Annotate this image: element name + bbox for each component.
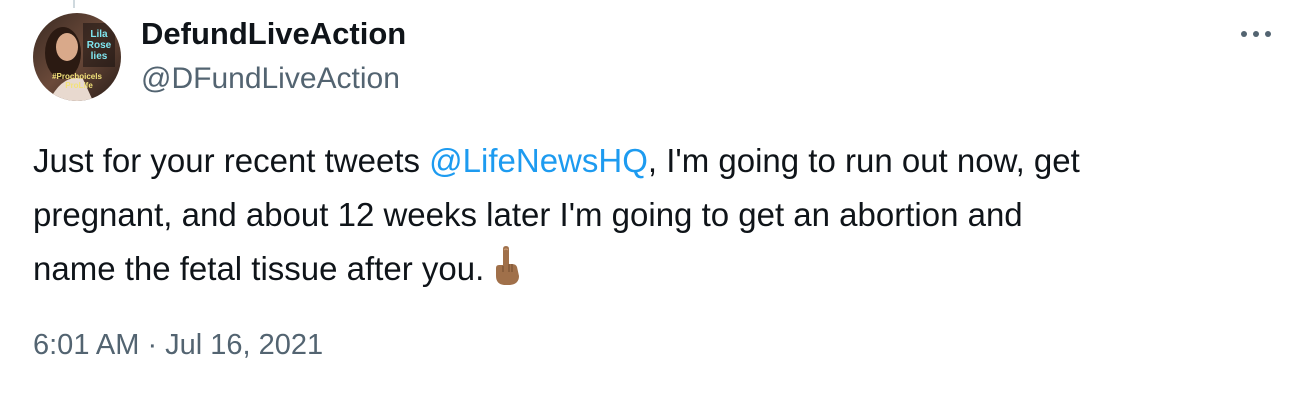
- mention-link[interactable]: @LifeNewsHQ: [429, 142, 648, 179]
- avatar-text-lila: Lila: [90, 29, 108, 40]
- avatar-text-lies: lies: [91, 51, 108, 62]
- avatar-text-hashtag1: #Prochoicels: [52, 72, 102, 81]
- avatar[interactable]: Lila Rose lies #Prochoicels ProLife: [33, 13, 121, 101]
- tweet-text-line-2: pregnant, and about 12 weeks later I'm g…: [33, 196, 1023, 233]
- avatar-text-rose: Rose: [87, 40, 112, 51]
- tweet-text-segment: Just for your recent tweets: [33, 142, 430, 179]
- tweet-text: Just for your recent tweets @LifeNewsHQ,…: [33, 134, 1283, 296]
- tweet-text-segment: , I'm going to run out now, get: [647, 142, 1080, 179]
- more-options-button[interactable]: [1232, 18, 1280, 50]
- avatar-image: Lila Rose lies #Prochoicels ProLife: [33, 13, 121, 101]
- more-horizontal-icon: [1241, 31, 1271, 37]
- middle-finger-emoji-icon: [490, 246, 524, 286]
- tweet-timestamp[interactable]: 6:01 AM · Jul 16, 2021: [33, 325, 323, 365]
- tweet-text-line-3: name the fetal tissue after you.: [33, 242, 1283, 296]
- author-display-name[interactable]: DefundLiveAction: [141, 15, 406, 53]
- tweet-text-line-1: Just for your recent tweets @LifeNewsHQ,…: [33, 134, 1283, 188]
- tweet: Lila Rose lies #Prochoicels ProLife Defu…: [0, 0, 1314, 404]
- author-handle[interactable]: @DFundLiveAction: [141, 60, 400, 98]
- avatar-text-hashtag2: ProLife: [65, 81, 93, 90]
- tweet-text-segment: name the fetal tissue after you.: [33, 250, 485, 287]
